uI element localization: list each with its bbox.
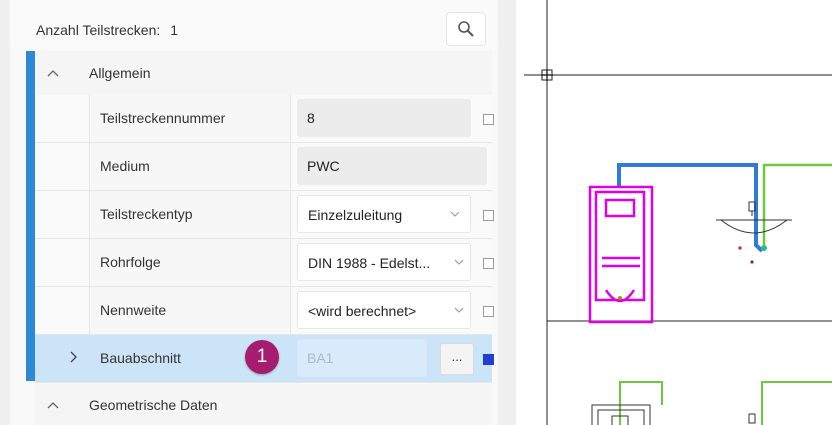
- group-geometrische-daten[interactable]: Geometrische Daten: [35, 384, 492, 425]
- wc-element: [588, 185, 654, 324]
- property-label-cell: Teilstreckentyp: [89, 191, 291, 238]
- property-value: DIN 1988 - Edelst...: [308, 255, 431, 271]
- property-label: Bauabschnitt: [100, 350, 181, 366]
- nennweite-dropdown[interactable]: <wird berechnet>: [297, 291, 471, 329]
- chevron-down-icon: [454, 259, 464, 265]
- group-title: Allgemein: [89, 65, 151, 81]
- property-value: <wird berechnet>: [308, 303, 417, 319]
- property-value: BA1: [307, 350, 334, 366]
- teilstreckennummer-field[interactable]: 8: [297, 99, 471, 137]
- property-label-cell: Nennweite: [89, 287, 291, 334]
- expand-chevron-icon[interactable]: [69, 351, 77, 363]
- property-row-teilstreckennummer: Teilstreckennummer 8: [35, 95, 494, 143]
- collapse-chevron-icon[interactable]: [35, 401, 71, 409]
- property-checkbox[interactable]: [483, 258, 494, 269]
- search-button[interactable]: [446, 12, 486, 46]
- property-row-medium: Medium PWC: [35, 143, 492, 191]
- property-checkbox[interactable]: [483, 114, 494, 125]
- lower-fixture-icon: [591, 404, 756, 425]
- cad-drawing: [524, 0, 832, 425]
- property-label-cell: Teilstreckennummer: [89, 95, 291, 142]
- properties-panel: Anzahl Teilstrecken: 1 Allgemein Teilstre…: [10, 0, 498, 425]
- blue-pipe: [617, 163, 764, 253]
- property-checkbox-checked[interactable]: [483, 354, 494, 365]
- ellipsis-button[interactable]: ...: [440, 343, 474, 375]
- drawing-canvas[interactable]: [516, 0, 832, 425]
- group-accent-bar: [26, 51, 35, 381]
- property-row-teilstreckentyp: Teilstreckentyp Einzelzuleitung: [35, 191, 494, 239]
- collapse-chevron-icon[interactable]: [35, 69, 71, 77]
- segment-count: Anzahl Teilstrecken: 1: [36, 22, 178, 38]
- property-value: PWC: [307, 158, 340, 174]
- property-row-nennweite: Nennweite <wird berechnet>: [35, 287, 494, 335]
- property-row-rohrfolge: Rohrfolge DIN 1988 - Edelst...: [35, 239, 494, 287]
- chevron-down-icon: [454, 307, 464, 313]
- rohrfolge-dropdown[interactable]: DIN 1988 - Edelst...: [297, 243, 471, 281]
- property-label: Nennweite: [100, 302, 167, 318]
- teilstreckentyp-dropdown[interactable]: Einzelzuleitung: [297, 195, 471, 233]
- chevron-down-icon: [450, 211, 460, 217]
- callout-badge: 1: [245, 340, 279, 374]
- property-checkbox[interactable]: [483, 210, 494, 221]
- property-checkbox[interactable]: [483, 306, 494, 317]
- panel-splitter[interactable]: [498, 0, 516, 425]
- segment-count-label: Anzahl Teilstrecken:: [36, 22, 161, 38]
- property-value: Einzelzuleitung: [308, 207, 403, 223]
- group-title: Geometrische Daten: [89, 396, 218, 413]
- property-label: Teilstreckentyp: [100, 206, 193, 222]
- pipe-connection: [761, 245, 767, 251]
- medium-field: PWC: [297, 147, 487, 185]
- bauabschnitt-field[interactable]: BA1: [297, 339, 427, 377]
- group-allgemein[interactable]: Allgemein: [35, 51, 492, 95]
- property-label: Medium: [100, 158, 150, 174]
- segment-count-value: 1: [170, 22, 179, 38]
- washbasin-icon: [716, 201, 792, 264]
- green-pipe: [762, 163, 832, 245]
- property-label-cell: Rohrfolge: [89, 239, 291, 286]
- property-label: Teilstreckennummer: [100, 110, 226, 126]
- property-value: 8: [307, 110, 315, 126]
- property-label: Rohrfolge: [100, 254, 161, 270]
- search-icon: [458, 21, 474, 37]
- property-label-cell: Medium: [89, 143, 291, 190]
- panel-header: Anzahl Teilstrecken: 1: [10, 0, 498, 47]
